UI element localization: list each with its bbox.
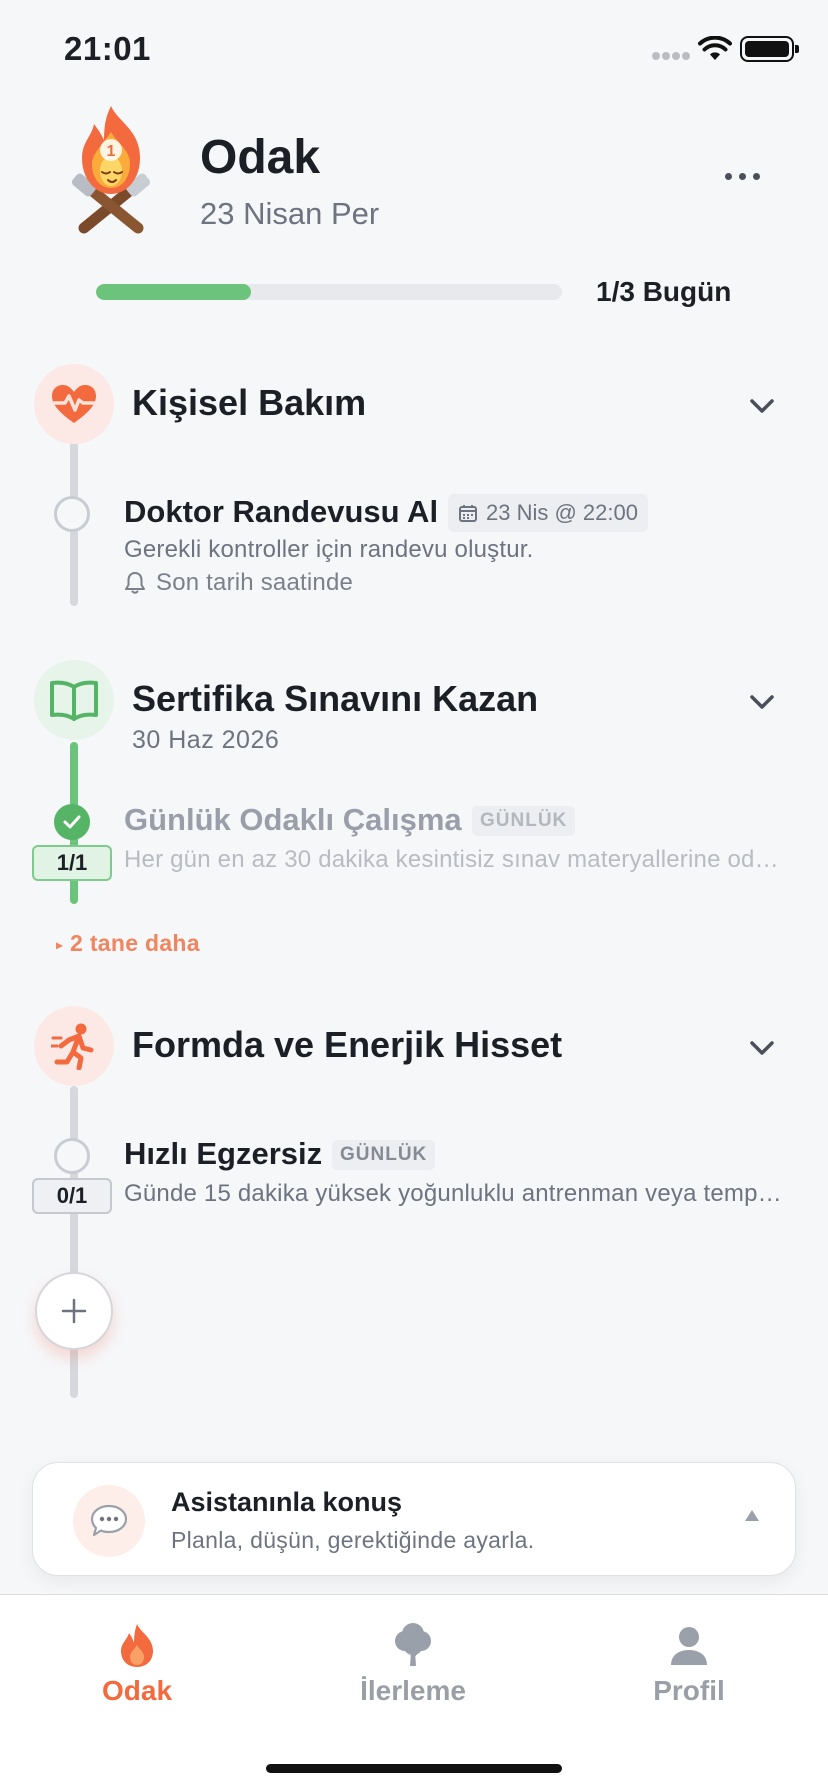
chevron-down-icon[interactable] [746,394,778,418]
assistant-chat-card[interactable]: Asistanınla konuş Planla, düşün, gerekti… [32,1462,796,1576]
caret-right-icon: ▸ [56,936,64,953]
assistant-subtitle: Planla, düşün, gerektiğinde ayarla. [171,1527,535,1553]
daily-progress-fill [96,284,252,300]
task-count-badge: 1/1 [32,845,112,881]
daily-progress-label: 1/3 Bugün [596,276,732,307]
tab-label: Profil [653,1675,725,1706]
task-description: Gerekli kontroller için randevu oluştur. [124,536,534,563]
battery-icon [740,36,799,62]
cellular-signal-icon [652,52,690,62]
calendar-icon [459,505,477,522]
bottom-tab-bar: Odak İlerleme Profil [0,1594,828,1792]
page-date: 23 Nisan Per [200,196,380,231]
wifi-icon [698,36,732,60]
tab-ilerleme[interactable]: İlerleme [323,1595,503,1735]
chevron-down-icon[interactable] [746,1036,778,1060]
show-more-tasks-link[interactable]: ▸ 2 tane daha [56,930,200,957]
heart-pulse-icon [52,385,96,423]
status-bar: 21:01 [0,0,828,100]
task-title[interactable]: Hızlı Egzersiz [124,1136,322,1172]
more-options-button[interactable] [712,150,772,202]
task-description: Günde 15 dakika yüksek yoğunluklu antren… [124,1180,784,1207]
task-checkbox-checked[interactable] [54,804,90,840]
category-title[interactable]: Formda ve Enerjik Hisset [132,1024,562,1066]
task-reminder: Son tarih saatinde [124,569,353,597]
add-task-button[interactable] [35,1272,113,1350]
category-title[interactable]: Sertifika Sınavını Kazan [132,678,538,720]
category-icon-personal-care [34,364,114,444]
tab-label: İlerleme [360,1675,466,1706]
task-count-badge: 0/1 [32,1178,112,1214]
chat-bubble-icon [73,1485,145,1557]
recurrence-tag: GÜNLÜK [472,806,576,836]
recurrence-tag: GÜNLÜK [332,1140,436,1170]
task-description: Her gün en az 30 dakika kesintisiz sınav… [124,846,784,873]
timeline-rail [70,1086,78,1398]
tab-label: Odak [101,1675,173,1706]
task-checkbox[interactable] [54,496,90,532]
tree-icon [395,1623,431,1666]
campfire-mascot-icon: 1 [71,106,151,234]
task-title[interactable]: Günlük Odaklı Çalışma [124,802,462,838]
running-person-icon [51,1023,94,1070]
tab-profil[interactable]: Profil [599,1595,779,1735]
home-indicator [266,1764,562,1773]
tab-odak[interactable]: Odak [47,1595,227,1735]
checkmark-icon [63,815,81,829]
task-reminder-label: Son tarih saatinde [156,569,354,596]
category-icon-fitness [34,1006,114,1086]
category-deadline: 30 Haz 2026 [132,726,280,754]
open-book-icon [50,680,98,721]
daily-progress-bar [96,284,562,300]
task-title[interactable]: Doktor Randevusu Al [124,494,438,530]
more-dot-icon [724,172,732,180]
category-icon-certification [34,660,114,740]
chevron-down-icon[interactable] [746,690,778,714]
flame-icon [121,1624,153,1667]
category-title[interactable]: Kişisel Bakım [132,382,366,424]
page-title: Odak [200,131,321,184]
task-checkbox[interactable] [54,1138,90,1174]
plus-icon [61,1298,87,1324]
mascot-badge: 1 [107,143,116,160]
person-icon [671,1627,707,1665]
assistant-title: Asistanınla konuş [171,1487,403,1517]
due-date-label: 23 Nis @ 22:00 [486,500,638,525]
status-time: 21:01 [64,30,151,67]
due-date-chip[interactable]: 23 Nis @ 22:00 [448,494,648,532]
caret-up-icon[interactable] [743,1507,761,1525]
bell-icon [125,572,145,594]
